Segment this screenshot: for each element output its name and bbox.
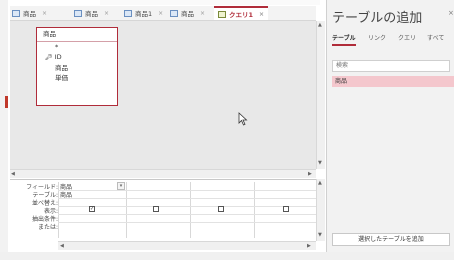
- scroll-down-icon[interactable]: ▼: [318, 160, 322, 166]
- grid-divider: [58, 190, 316, 191]
- query-icon: [218, 10, 226, 18]
- scroll-right-icon[interactable]: ▶: [307, 243, 311, 249]
- field-product[interactable]: 商品: [37, 63, 117, 73]
- tab-query[interactable]: クエリ1 ×: [214, 6, 269, 20]
- primary-key-icon: 🔑︎: [45, 54, 53, 61]
- scroll-up-icon[interactable]: ▲: [318, 22, 322, 28]
- tab-label: 商品: [23, 10, 36, 18]
- table-icon: [12, 9, 20, 17]
- tab-links[interactable]: リンク: [368, 33, 386, 42]
- scroll-right-icon[interactable]: ▶: [308, 171, 312, 177]
- design-vertical-scrollbar[interactable]: ▲ ▼: [316, 21, 325, 169]
- show-checkbox-4[interactable]: [283, 206, 289, 212]
- ribbon-edge: [100, 0, 320, 5]
- field-id[interactable]: 🔑︎ ID: [37, 52, 117, 63]
- grid-divider: [58, 214, 316, 215]
- tab-table-2[interactable]: 商品 ×: [74, 6, 109, 20]
- tab-tables[interactable]: テーブル: [332, 33, 356, 46]
- tab-table-3[interactable]: 商品1 ×: [124, 6, 163, 20]
- scroll-down-icon[interactable]: ▼: [318, 232, 322, 238]
- close-icon[interactable]: ×: [259, 11, 264, 18]
- table-field-list[interactable]: 商品 * 🔑︎ ID 商品 単価: [36, 27, 118, 106]
- navigation-pane-marker: [5, 96, 8, 108]
- list-item-product[interactable]: 商品: [332, 76, 454, 87]
- grid-table-cell[interactable]: 商品: [60, 190, 72, 199]
- pane-title: テーブルの追加: [332, 11, 423, 26]
- mouse-pointer-icon: [238, 112, 248, 126]
- field-label: ID: [54, 53, 62, 61]
- grid-vertical-scrollbar[interactable]: ▲ ▼: [316, 179, 325, 241]
- field-price[interactable]: 単価: [37, 73, 117, 83]
- scroll-left-icon[interactable]: ◀: [11, 171, 15, 177]
- scroll-left-icon[interactable]: ◀: [60, 243, 64, 249]
- field-all[interactable]: *: [37, 42, 117, 52]
- scroll-up-icon[interactable]: ▲: [318, 180, 322, 186]
- document-tab-bar: 商品 × 商品 × 商品1 × 商品 × クエリ1 ×: [10, 6, 316, 21]
- add-selected-tables-button[interactable]: 選択したテーブルを追加: [332, 233, 450, 246]
- tab-label: 商品1: [135, 10, 153, 18]
- chevron-down-icon[interactable]: ▾: [117, 182, 125, 190]
- tab-label: 商品: [181, 10, 194, 18]
- table-icon: [170, 9, 178, 17]
- table-field-list-title[interactable]: 商品: [37, 28, 117, 42]
- tab-queries[interactable]: クエリ: [398, 33, 416, 42]
- grid-row-labels: フィールド: テーブル: 並べ替え: 表示: 抽出条件: または:: [12, 182, 58, 238]
- tab-all[interactable]: すべて: [427, 33, 444, 42]
- tab-label: 商品: [85, 10, 98, 18]
- search-input[interactable]: [332, 60, 450, 72]
- grid-divider: [58, 222, 316, 223]
- tab-table-1[interactable]: 商品 ×: [12, 6, 47, 20]
- show-checkbox-2[interactable]: [153, 206, 159, 212]
- close-icon[interactable]: ×: [200, 10, 205, 17]
- close-icon[interactable]: ×: [104, 10, 109, 17]
- grid-divider: [58, 206, 316, 207]
- design-horizontal-scrollbar[interactable]: ◀ ▶: [10, 169, 316, 178]
- grid-horizontal-scrollbar[interactable]: ◀ ▶: [58, 241, 316, 250]
- close-icon[interactable]: ×: [42, 10, 47, 17]
- show-checkbox-1[interactable]: ✓: [89, 206, 95, 212]
- close-icon[interactable]: ×: [158, 10, 163, 17]
- tab-label: クエリ1: [229, 11, 254, 19]
- grid-divider: [58, 198, 316, 199]
- table-icon: [124, 9, 132, 17]
- show-checkbox-3[interactable]: [218, 206, 224, 212]
- tab-table-4[interactable]: 商品 ×: [170, 6, 205, 20]
- row-label-or: または:: [37, 224, 58, 231]
- table-icon: [74, 9, 82, 17]
- left-gutter: [0, 0, 8, 260]
- close-icon[interactable]: ×: [448, 9, 454, 17]
- status-bar: [0, 252, 454, 260]
